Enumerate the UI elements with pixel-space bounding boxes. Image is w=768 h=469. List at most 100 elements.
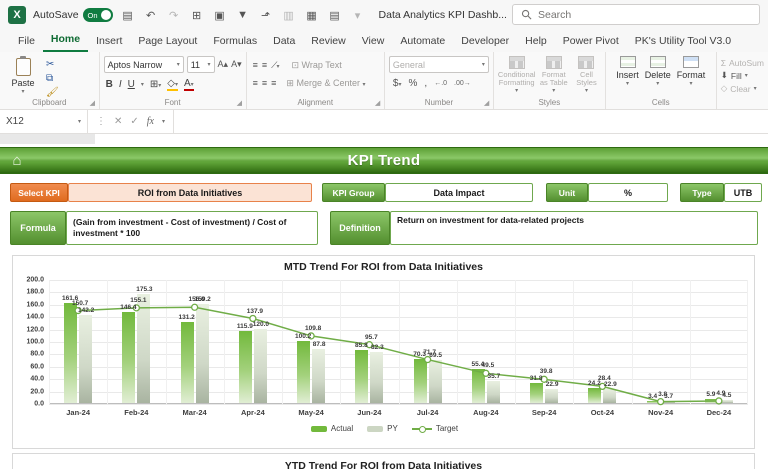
data-label: 131.2 [178,314,194,321]
undo-icon[interactable]: ↶ [143,7,159,23]
chart-legend[interactable]: Actual PY Target [13,424,756,433]
font-size-combo[interactable]: 11 ▾ [187,56,215,73]
cell-styles-button[interactable]: Cell Styles ▾ [572,56,601,95]
x-axis-label: May-24 [298,408,323,417]
format-cells-button[interactable]: Format ▾ [677,56,706,95]
toolbar-options-chevron-icon[interactable]: ▾ [350,7,366,23]
align-right-button[interactable]: ≡ [271,78,275,88]
align-left-button[interactable]: ≡ [253,78,257,88]
styles-group-label: Styles [494,98,605,107]
insert-cells-button[interactable]: Insert ▾ [616,56,639,95]
percent-button[interactable]: % [409,78,418,89]
save-icon[interactable]: ▤ [120,7,136,23]
delete-cells-button[interactable]: Delete ▾ [645,56,671,95]
increase-decimal-button[interactable]: ←.0 [434,80,447,87]
format-painter-button[interactable]: 🖌︎ [46,87,59,98]
paste-button[interactable]: Paste ▾ [4,56,42,95]
tab-power-pivot[interactable]: Power Pivot [555,31,627,52]
dialog-launcher-icon[interactable]: ◢ [484,100,491,107]
sigma-icon: Σ [721,58,726,68]
formula-input[interactable] [174,110,768,133]
tab-view[interactable]: View [354,31,393,52]
redo-icon[interactable]: ↷ [166,7,182,23]
currency-button[interactable]: $▾ [393,78,402,89]
cancel-icon[interactable]: ✕ [114,116,122,127]
select-kpi-dropdown[interactable]: ROI from Data Initiatives [68,183,312,202]
tab-insert[interactable]: Insert [88,31,130,52]
image-icon[interactable]: ▣ [212,7,228,23]
kpi-group-label: KPI Group [322,183,385,202]
legend-item-actual[interactable]: Actual [311,424,353,433]
decrease-decimal-button[interactable]: .00→ [454,80,471,87]
autosave-control[interactable]: AutoSave On [33,8,113,22]
home-icon[interactable]: ⌂ [7,151,27,171]
plot-area: 161.6142.2150.7146.4175.3155.1131.2159.2… [49,280,748,404]
x-axis-label: Feb-24 [124,408,148,417]
mtd-chart[interactable]: MTD Trend For ROI from Data Initiatives … [12,255,755,449]
fill-color-button[interactable]: ◇▾ [167,78,178,91]
italic-button[interactable]: I [119,79,122,90]
underline-button[interactable]: U [128,79,135,90]
center-button[interactable]: ≡ [262,78,266,88]
more-icon[interactable]: ⋮ [96,116,106,127]
enter-icon[interactable]: ✓ [130,116,138,127]
borders-icon[interactable]: ⊞ [189,7,205,23]
tab-data[interactable]: Data [265,31,303,52]
borders-button[interactable]: ⊞▾ [150,79,161,90]
autosave-toggle[interactable]: On [83,8,113,22]
name-box[interactable]: X12 ▾ [0,110,88,133]
dialog-launcher-icon[interactable]: ◢ [375,100,382,107]
clear-button[interactable]: ◇ Clear ▾ [721,82,764,95]
font-name-combo[interactable]: Aptos Narrow ▾ [104,56,184,73]
table-style-icon[interactable]: ▦ [304,7,320,23]
target-line[interactable] [49,280,748,404]
tab-file[interactable]: File [10,31,43,52]
wrap-text-button[interactable]: ⊡ Wrap Text [291,60,341,71]
tab-page-layout[interactable]: Page Layout [130,31,205,52]
format-as-table-button[interactable]: Format as Table ▾ [539,56,568,95]
tab-developer[interactable]: Developer [453,31,517,52]
y-axis-tick-label: 40.0 [13,376,44,383]
legend-item-target[interactable]: Target [412,424,458,433]
data-label: 115.9 [237,323,253,330]
dialog-launcher-icon[interactable]: ◢ [237,100,244,107]
tab-home[interactable]: Home [43,29,88,52]
dialog-launcher-icon[interactable]: ◢ [90,100,97,107]
font-group: Aptos Narrow ▾ 11 ▾ A▴ A▾ B I U ▾ ⊞▾ ◇▾ … [100,52,247,109]
clipboard-group: Paste ▾ ✂ ⧉ 🖌︎ Clipboard ◢ [0,52,100,109]
freeze-panes-icon[interactable]: ▥ [281,7,297,23]
share-icon[interactable]: ⬏ [258,7,274,23]
active-cell-reference: X12 [6,116,24,127]
tab-formulas[interactable]: Formulas [205,31,265,52]
x-axis-label: Nov-24 [648,408,673,417]
legend-item-py[interactable]: PY [367,424,398,433]
copy-button[interactable]: ⧉ [46,73,59,84]
tab-help[interactable]: Help [517,31,555,52]
middle-align-button[interactable]: ≡ [262,60,266,70]
tab-pk-s-utility-tool-v3-0[interactable]: PK's Utility Tool V3.0 [627,31,739,52]
ytd-chart[interactable]: YTD Trend For ROI from Data Initiatives [12,453,755,469]
font-color-button[interactable]: A▾ [184,78,194,91]
chevron-down-icon: ▾ [208,61,211,68]
conditional-formatting-button[interactable]: Conditional Formatting ▾ [498,56,536,95]
cut-button[interactable]: ✂ [46,59,59,70]
data-label: 35.7 [488,373,501,380]
filter-icon[interactable]: ▼ [235,7,251,23]
merge-center-button[interactable]: ⊞ Merge & Center ▾ [286,78,365,89]
autosum-button[interactable]: Σ AutoSum [721,56,764,69]
grow-font-button[interactable]: A▴ [218,59,229,70]
fill-button[interactable]: ⬇ Fill ▾ [721,69,764,82]
shrink-font-button[interactable]: A▾ [231,59,242,70]
insert-function-button[interactable]: fx [147,116,154,127]
tab-review[interactable]: Review [303,31,353,52]
sheet-top-strip [0,134,768,147]
document-title[interactable]: Data Analytics KPI Dashb... [379,9,507,21]
bold-button[interactable]: B [106,79,113,90]
tab-automate[interactable]: Automate [392,31,453,52]
number-format-combo[interactable]: General ▾ [389,56,489,73]
orientation-button[interactable]: ⟋▾ [271,60,278,71]
comma-button[interactable]: , [424,78,427,89]
top-align-button[interactable]: ≡ [253,60,257,70]
row-height-icon[interactable]: ▤ [327,7,343,23]
search-input[interactable]: Search [512,4,760,25]
